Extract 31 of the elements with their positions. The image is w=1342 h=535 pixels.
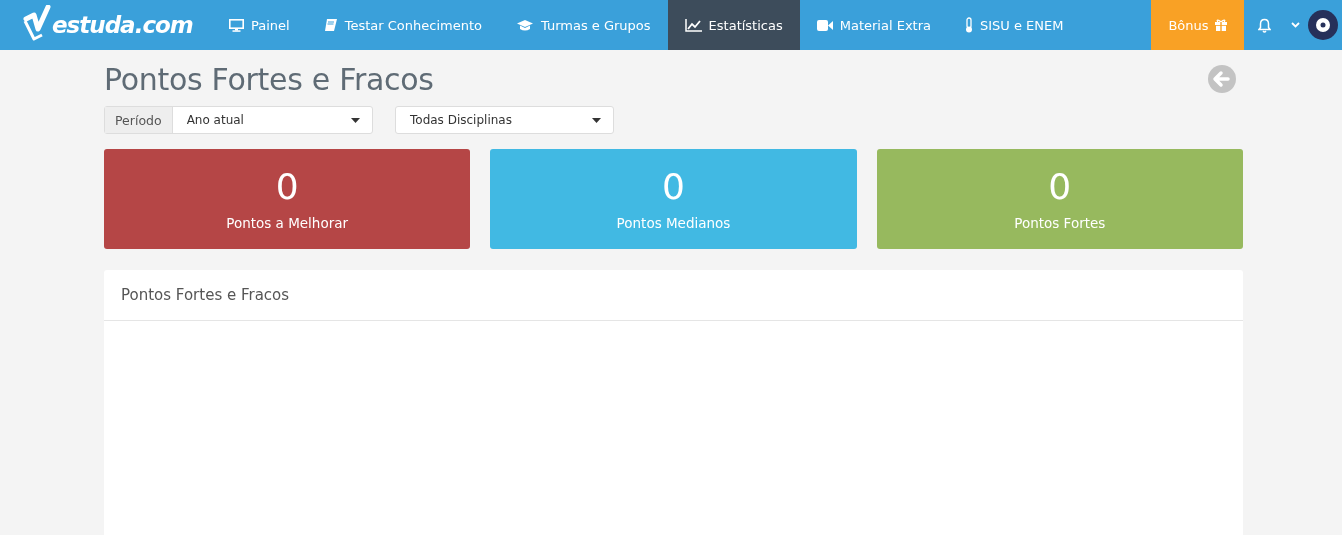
period-select[interactable]: Período Ano atual <box>104 106 373 134</box>
dropdown-caret-icon <box>351 117 360 123</box>
thermometer-icon <box>965 17 973 33</box>
panel-title: Pontos Fortes e Fracos <box>121 286 290 304</box>
nav-tab[interactable]: Painel <box>212 0 307 50</box>
nav-tab[interactable]: Turmas e Grupos <box>498 0 668 50</box>
stat-label: Pontos a Melhorar <box>226 215 349 231</box>
gift-icon <box>1214 19 1227 31</box>
nav-tab[interactable]: Testar Conhecimento <box>306 0 499 50</box>
nav-tab[interactable]: Estatísticas <box>667 0 800 50</box>
chevron-down-icon[interactable] <box>1291 22 1300 28</box>
site-logo-text[interactable]: estuda.com <box>52 12 193 38</box>
book-icon <box>323 18 338 32</box>
stat-count: 0 <box>275 165 299 209</box>
bonus-button[interactable]: Bônus <box>1151 0 1244 50</box>
discipline-select[interactable]: Todas Disciplinas <box>395 106 614 134</box>
monitor-icon <box>229 18 244 32</box>
nav-tab[interactable]: SISU e ENEM <box>948 0 1081 50</box>
user-avatar-icon[interactable] <box>1308 10 1338 40</box>
stat-count: 0 <box>662 165 685 209</box>
checkmark-logo-icon[interactable] <box>22 5 52 43</box>
page-title: Pontos Fortes e Fracos <box>104 61 434 97</box>
nav-tab[interactable]: Material Extra <box>799 0 948 50</box>
stat-label: Pontos Medianos <box>616 215 731 231</box>
bell-icon[interactable] <box>1258 17 1271 33</box>
dropdown-caret-icon <box>592 117 601 123</box>
video-camera-icon <box>816 19 833 31</box>
graduation-cap-icon <box>515 18 534 32</box>
stat-label: Pontos Fortes <box>1014 215 1106 231</box>
line-chart-icon <box>684 18 702 32</box>
stat-count: 0 <box>1048 165 1072 209</box>
